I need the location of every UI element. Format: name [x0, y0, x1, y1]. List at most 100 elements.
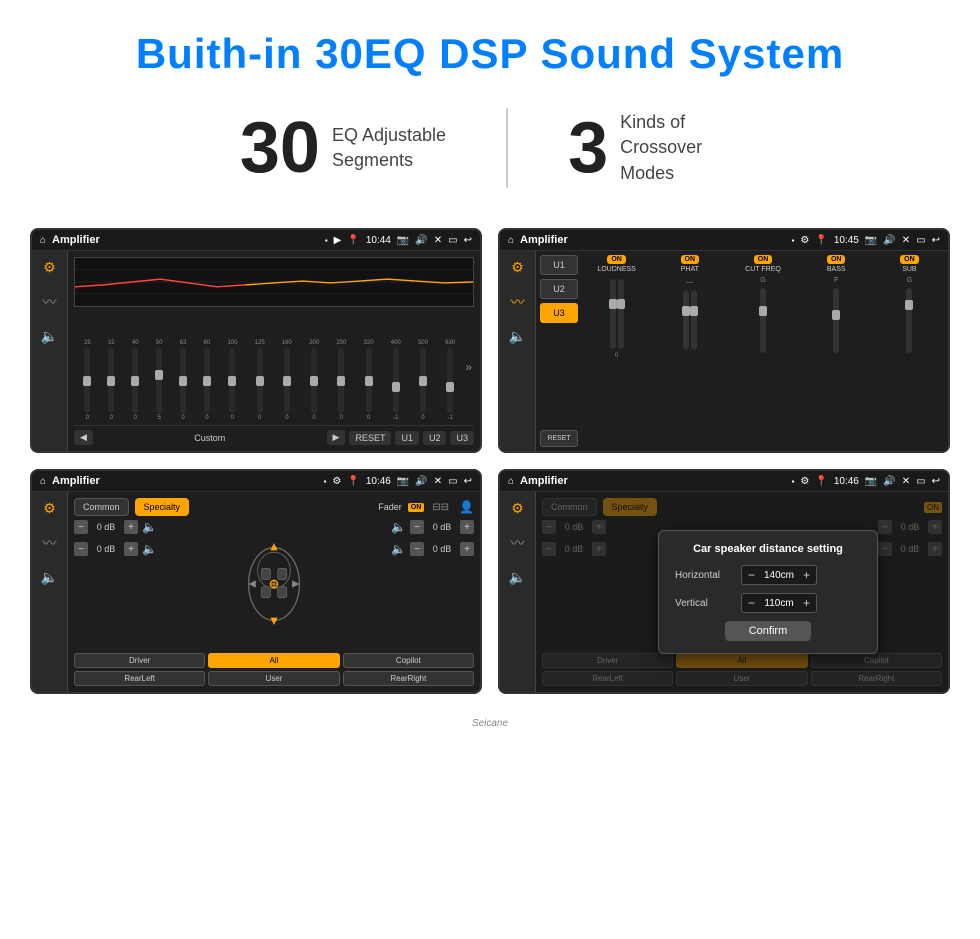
settings-icon-2[interactable]: ⚙	[800, 235, 809, 246]
band-250[interactable]: 250 0	[336, 340, 346, 421]
window-icon-4[interactable]: ▭	[916, 476, 925, 487]
db-plus-2-button[interactable]: +	[124, 542, 138, 556]
window-icon-3[interactable]: ▭	[448, 476, 457, 487]
vertical-minus-button[interactable]: −	[748, 596, 755, 610]
screen4-body: ⚙ 〰 🔈 Common Specialty ON − 0 dB +	[500, 492, 948, 692]
speaker-icon-2[interactable]: 🔈	[509, 328, 526, 345]
cutfreq-on-btn[interactable]: ON	[754, 255, 773, 264]
close-icon-4[interactable]: ✕	[902, 476, 910, 487]
user-button[interactable]: User	[208, 671, 339, 686]
sub-on-btn[interactable]: ON	[900, 255, 919, 264]
speaker-icon-1[interactable]: 🔈	[41, 328, 58, 345]
band-25[interactable]: 25 0	[84, 340, 91, 421]
db-minus-3-button[interactable]: −	[410, 520, 424, 534]
back-icon-3[interactable]: ↩	[464, 476, 472, 487]
horizontal-minus-button[interactable]: −	[748, 568, 755, 582]
band-630[interactable]: 630 -1	[445, 340, 455, 421]
rearright-button[interactable]: RearRight	[343, 671, 474, 686]
screen3-sidebar: ⚙ 〰 🔈	[32, 492, 68, 692]
db-plus-4-button[interactable]: +	[460, 542, 474, 556]
band-160[interactable]: 160 0	[282, 340, 292, 421]
more-bands-icon[interactable]: »	[465, 360, 472, 374]
all-button[interactable]: All	[208, 653, 339, 668]
u1-button[interactable]: U1	[395, 431, 419, 445]
horizontal-plus-button[interactable]: +	[803, 568, 810, 582]
rec-icon-1: ▪	[325, 236, 328, 245]
band-40[interactable]: 40 0	[132, 340, 139, 421]
volume-icon-3[interactable]: 🔊	[415, 476, 427, 487]
band-200[interactable]: 200 0	[309, 340, 319, 421]
u1-crossover-button[interactable]: U1	[540, 255, 578, 275]
band-63[interactable]: 63 0	[180, 340, 187, 421]
speaker-icon-3[interactable]: 🔈	[41, 569, 58, 586]
reset-crossover-button[interactable]: RESET	[540, 430, 578, 447]
wave-icon-1[interactable]: 〰	[43, 292, 57, 312]
phat-on-btn[interactable]: ON	[681, 255, 700, 264]
band-32[interactable]: 32 0	[108, 340, 115, 421]
settings-icon-4[interactable]: ⚙	[800, 476, 809, 487]
rearleft-button[interactable]: RearLeft	[74, 671, 205, 686]
db-plus-3-button[interactable]: +	[460, 520, 474, 534]
camera-icon-1[interactable]: 📷	[397, 235, 409, 246]
wave-icon-3[interactable]: 〰	[43, 533, 57, 553]
wave-icon-2[interactable]: 〰	[511, 292, 525, 312]
u2-crossover-button[interactable]: U2	[540, 279, 578, 299]
band-80[interactable]: 80 0	[204, 340, 211, 421]
home-icon-4[interactable]: ⌂	[508, 476, 514, 487]
db-minus-2-button[interactable]: −	[74, 542, 88, 556]
home-icon-2[interactable]: ⌂	[508, 235, 514, 246]
back-icon-4[interactable]: ↩	[932, 476, 940, 487]
camera-icon-3[interactable]: 📷	[397, 476, 409, 487]
next-preset-button[interactable]: ▶	[327, 430, 346, 445]
close-icon-1[interactable]: ✕	[434, 235, 442, 246]
wave-icon-4[interactable]: 〰	[511, 533, 525, 553]
window-icon-1[interactable]: ▭	[448, 235, 457, 246]
home-icon-1[interactable]: ⌂	[40, 235, 46, 246]
speaker-icon-4[interactable]: 🔈	[509, 569, 526, 586]
play-icon-1[interactable]: ▶	[334, 235, 342, 246]
band-50[interactable]: 50 5	[156, 340, 163, 421]
specialty-mode-button[interactable]: Specialty	[135, 498, 190, 516]
confirm-button[interactable]: Confirm	[725, 621, 812, 641]
eq-icon-4[interactable]: ⚙	[511, 500, 524, 517]
settings-icon-3[interactable]: ⚙	[332, 476, 341, 487]
back-icon-2[interactable]: ↩	[932, 235, 940, 246]
eq-icon-3[interactable]: ⚙	[43, 500, 56, 517]
db-minus-4-button[interactable]: −	[410, 542, 424, 556]
eq-icon-2[interactable]: ⚙	[511, 259, 524, 276]
stat-crossover-desc: Kinds of Crossover Modes	[620, 110, 740, 186]
u3-crossover-button[interactable]: U3	[540, 303, 578, 323]
volume-icon-4[interactable]: 🔊	[883, 476, 895, 487]
band-125[interactable]: 125 0	[255, 340, 265, 421]
close-icon-3[interactable]: ✕	[434, 476, 442, 487]
db-minus-1-button[interactable]: −	[74, 520, 88, 534]
prev-preset-button[interactable]: ◀	[74, 430, 93, 445]
vertical-value: 110cm	[759, 598, 799, 609]
home-icon-3[interactable]: ⌂	[40, 476, 46, 487]
driver-button[interactable]: Driver	[74, 653, 205, 668]
copilot-button[interactable]: Copilot	[343, 653, 474, 668]
bass-on-btn[interactable]: ON	[827, 255, 846, 264]
close-icon-2[interactable]: ✕	[902, 235, 910, 246]
camera-icon-4[interactable]: 📷	[865, 476, 877, 487]
band-400[interactable]: 400 -1	[391, 340, 401, 421]
volume-icon-2[interactable]: 🔊	[883, 235, 895, 246]
db-control-2: − 0 dB + 🔈	[74, 542, 157, 556]
reset-button[interactable]: RESET	[349, 431, 391, 445]
vertical-plus-button[interactable]: +	[803, 596, 810, 610]
eq-icon-1[interactable]: ⚙	[43, 259, 56, 276]
u2-button[interactable]: U2	[423, 431, 447, 445]
db-plus-1-button[interactable]: +	[124, 520, 138, 534]
fader-on-indicator[interactable]: ON	[408, 503, 425, 512]
loudness-on-btn[interactable]: ON	[607, 255, 626, 264]
camera-icon-2[interactable]: 📷	[865, 235, 877, 246]
back-icon-1[interactable]: ↩	[464, 235, 472, 246]
band-320[interactable]: 320 0	[364, 340, 374, 421]
window-icon-2[interactable]: ▭	[916, 235, 925, 246]
band-100[interactable]: 100 0	[227, 340, 237, 421]
common-mode-button[interactable]: Common	[74, 498, 129, 516]
u3-button[interactable]: U3	[450, 431, 474, 445]
band-500[interactable]: 500 0	[418, 340, 428, 421]
band-25-slider[interactable]	[84, 348, 90, 413]
volume-icon-1[interactable]: 🔊	[415, 235, 427, 246]
